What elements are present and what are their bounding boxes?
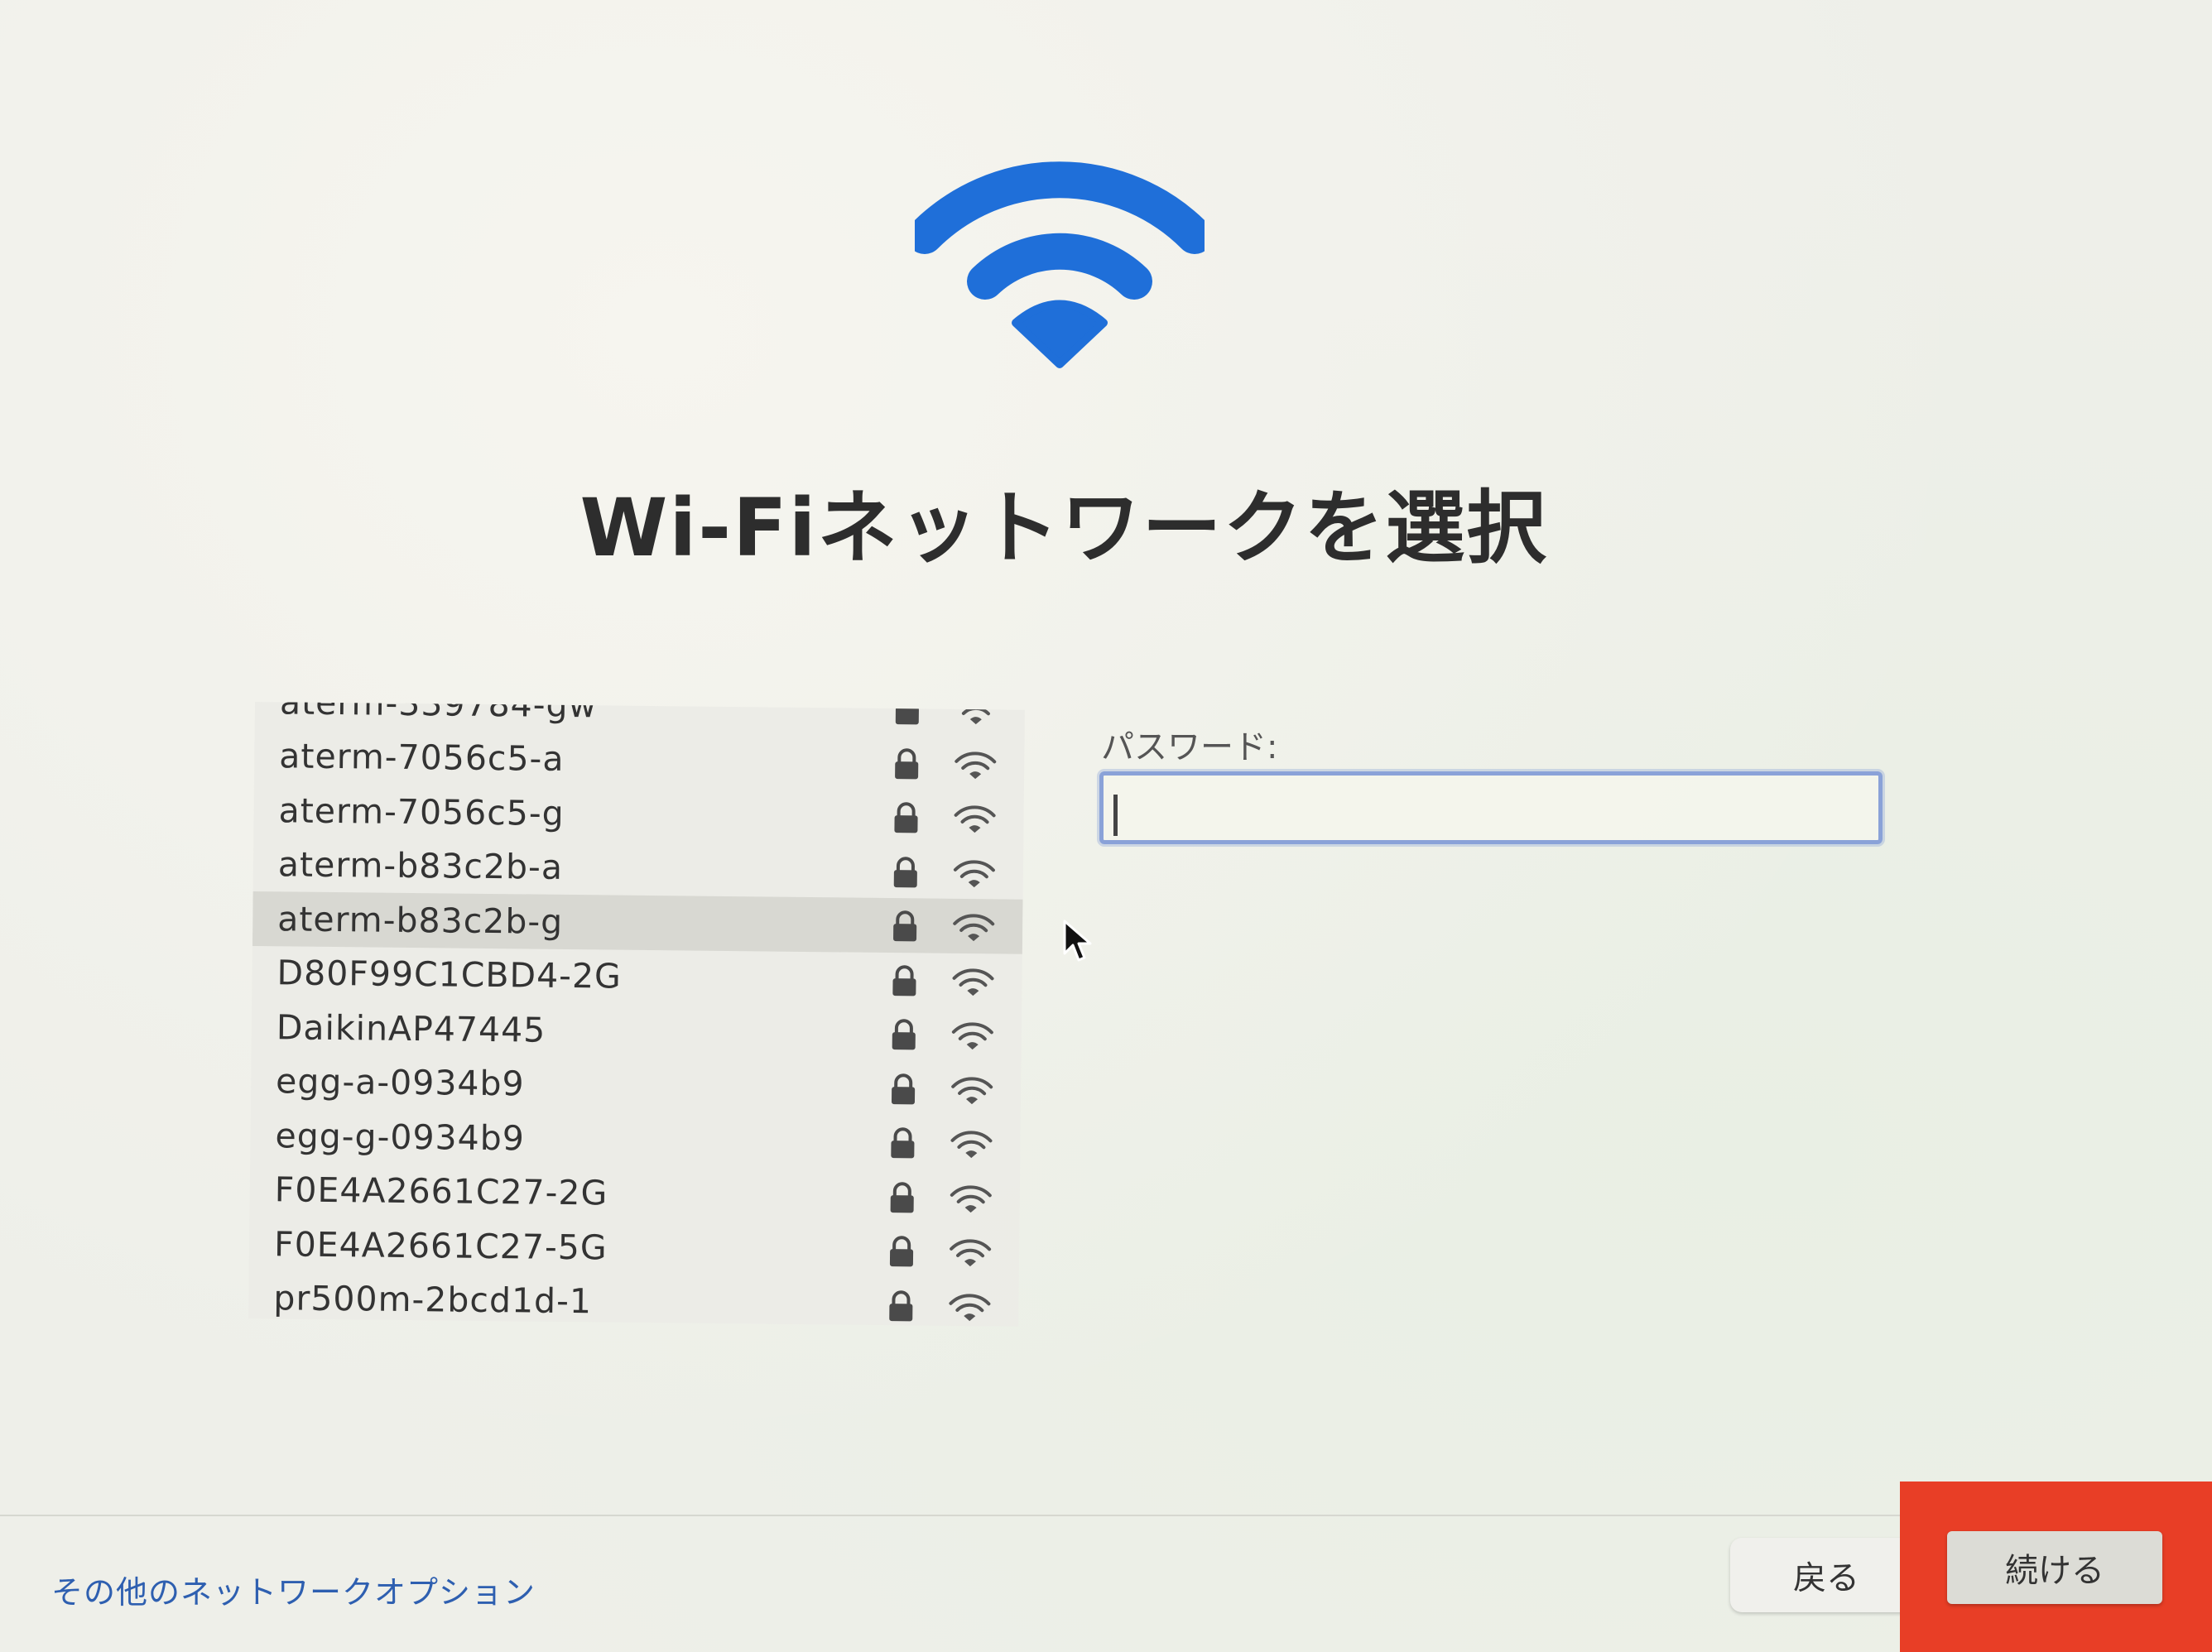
wifi-signal-icon (950, 1184, 992, 1213)
network-row[interactable]: aterm-7056c5-g (253, 783, 1024, 845)
network-name: aterm-7056c5-g (278, 790, 565, 833)
text-caret (1113, 795, 1118, 836)
password-label: パスワード: (1101, 728, 1278, 766)
network-name: F0E4A2661C27-2G (274, 1169, 608, 1213)
network-row[interactable]: D80F99C1CBD4-2G (252, 945, 1022, 1007)
network-row[interactable]: F0E4A2661C27-2G (249, 1162, 1020, 1224)
network-row[interactable]: aterm-b83c2b-a (253, 837, 1024, 899)
footer-divider (0, 1515, 2212, 1516)
network-name: aterm-7056c5-a (279, 736, 565, 780)
mouse-cursor-icon (1063, 920, 1092, 962)
lock-icon (893, 910, 917, 942)
network-row[interactable]: egg-g-0934b9 (250, 1108, 1021, 1170)
network-row[interactable]: DaikinAP47445 (252, 1000, 1022, 1062)
wifi-signal-icon (949, 1293, 991, 1321)
network-row[interactable]: F0E4A2661C27-5G (249, 1217, 1020, 1279)
network-name: pr500m-2bcd1d-1 (273, 1278, 593, 1322)
wifi-signal-icon (950, 1131, 993, 1159)
network-list[interactable]: aterm-339784-gw aterm-7056c5-a aterm-7056c… (248, 702, 1025, 1327)
password-field[interactable] (1099, 771, 1883, 844)
network-name: aterm-339784-gw (279, 702, 598, 726)
continue-button[interactable]: 続ける (1947, 1531, 2162, 1604)
network-row[interactable]: pr500m-2bcd1d-1 (248, 1270, 1019, 1326)
network-name: egg-a-0934b9 (275, 1061, 525, 1104)
other-network-options-link[interactable]: その他のネットワークオプション (51, 1567, 536, 1612)
wifi-signal-icon (950, 1239, 992, 1267)
network-name: aterm-b83c2b-a (277, 844, 564, 888)
network-name: egg-g-0934b9 (275, 1116, 526, 1159)
lock-icon (892, 1019, 916, 1050)
lock-icon (892, 964, 916, 996)
lock-icon (890, 1181, 914, 1213)
lock-icon (895, 702, 919, 725)
lock-icon (891, 1073, 916, 1104)
wifi-signal-icon (951, 1076, 993, 1104)
network-name: DaikinAP47445 (276, 1007, 546, 1050)
lock-icon (894, 802, 918, 833)
network-row[interactable]: aterm-7056c5-a (254, 728, 1025, 790)
wifi-signal-icon (951, 1022, 993, 1050)
lock-icon (891, 1127, 915, 1159)
wifi-signal-icon (955, 702, 997, 725)
network-name: F0E4A2661C27-5G (273, 1224, 608, 1268)
lock-icon (889, 1289, 913, 1321)
back-button[interactable]: 戻る (1730, 1538, 1922, 1612)
network-name: D80F99C1CBD4-2G (276, 953, 623, 996)
lock-icon (893, 856, 917, 887)
lock-icon (895, 747, 919, 779)
page-title: Wi-Fiネットワークを選択 (579, 482, 1548, 574)
network-row[interactable]: aterm-b83c2b-g (252, 891, 1023, 954)
wifi-signal-icon (954, 805, 996, 833)
wifi-signal-icon (953, 914, 995, 942)
wifi-signal-icon (953, 859, 995, 887)
wifi-signal-icon (952, 968, 994, 996)
network-row[interactable]: egg-a-0934b9 (251, 1054, 1022, 1116)
wifi-signal-icon (955, 751, 997, 779)
network-name: aterm-b83c2b-g (277, 899, 564, 942)
lock-icon (889, 1236, 914, 1267)
wifi-logo-icon (915, 161, 1205, 368)
